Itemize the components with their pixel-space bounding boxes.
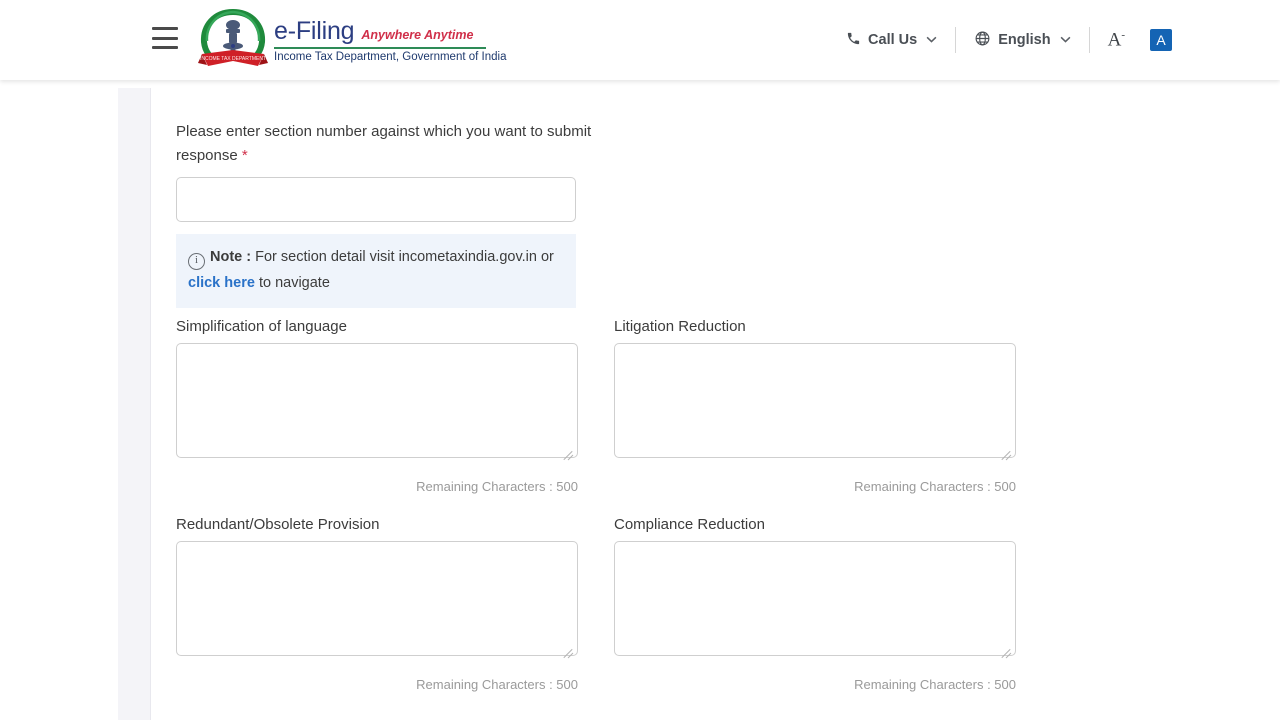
remaining-characters-label: Remaining Characters : 500	[854, 677, 1016, 692]
info-icon: i	[188, 253, 205, 270]
redundant-provision-textarea[interactable]	[176, 541, 578, 656]
accessibility-button[interactable]: A	[1150, 29, 1172, 51]
feedback-field-simplification: Simplification of language Remaining Cha…	[176, 318, 578, 494]
remaining-characters-label: Remaining Characters : 500	[416, 479, 578, 494]
textarea-wrapper	[614, 541, 1016, 661]
section-number-input[interactable]	[176, 177, 576, 222]
hamburger-bar	[152, 46, 178, 49]
brand-tagline: Anywhere Anytime	[361, 28, 474, 42]
field-label: Litigation Reduction	[614, 318, 746, 335]
remaining-characters-label: Remaining Characters : 500	[416, 677, 578, 692]
field-label: Redundant/Obsolete Provision	[176, 516, 380, 533]
header-actions: Call Us English A- A	[846, 26, 1172, 54]
section-number-label: Please enter section number against whic…	[176, 120, 596, 168]
hamburger-menu-icon[interactable]	[152, 27, 178, 49]
form-content-panel: Please enter section number against whic…	[151, 88, 1167, 720]
call-us-button[interactable]: Call Us	[846, 31, 937, 50]
litigation-textarea[interactable]	[614, 343, 1016, 458]
feedback-fields-grid: Simplification of language Remaining Cha…	[176, 318, 1141, 692]
chevron-down-icon	[1060, 34, 1071, 46]
brand-subtitle: Income Tax Department, Government of Ind…	[274, 51, 507, 63]
feedback-field-litigation: Litigation Reduction Remaining Character…	[614, 318, 1016, 494]
textarea-wrapper	[176, 541, 578, 661]
india-emblem-logo: INCOME TAX DEPARTMENT	[196, 6, 270, 74]
font-decrease-button[interactable]: A-	[1108, 29, 1128, 51]
phone-icon	[846, 31, 861, 50]
header-divider	[1088, 27, 1090, 53]
feedback-row: Redundant/Obsolete Provision Remaining C…	[176, 516, 1141, 692]
feedback-field-compliance: Compliance Reduction Remaining Character…	[614, 516, 1016, 692]
accessibility-label: A	[1156, 32, 1166, 48]
note-bold-label: Note :	[210, 249, 252, 265]
brand-title: e-Filing	[274, 17, 355, 45]
section-number-label-text: Please enter section number against whic…	[176, 123, 592, 164]
hamburger-bar	[152, 36, 178, 40]
simplification-textarea[interactable]	[176, 343, 578, 458]
font-decrease-sup: -	[1121, 28, 1125, 41]
brand-logo[interactable]: INCOME TAX DEPARTMENT e-Filing Anywhere …	[196, 5, 506, 75]
compliance-textarea[interactable]	[614, 541, 1016, 656]
remaining-characters-label: Remaining Characters : 500	[854, 479, 1016, 494]
header-divider	[955, 27, 957, 53]
note-text-after: to navigate	[254, 275, 330, 291]
left-rail	[118, 88, 151, 720]
font-decrease-label: A	[1107, 29, 1122, 51]
textarea-wrapper	[614, 343, 1016, 463]
note-click-here-link[interactable]: click here	[188, 275, 255, 291]
svg-text:INCOME TAX DEPARTMENT: INCOME TAX DEPARTMENT	[200, 56, 266, 62]
hamburger-bar	[152, 27, 178, 30]
call-us-label: Call Us	[868, 32, 918, 48]
section-number-group: Please enter section number against whic…	[176, 120, 596, 222]
language-selector[interactable]: English	[974, 30, 1071, 51]
required-marker: *	[241, 147, 248, 164]
note-banner: i Note : For section detail visit incomet…	[176, 234, 576, 308]
field-label: Compliance Reduction	[614, 516, 765, 533]
chevron-down-icon	[926, 34, 937, 46]
textarea-wrapper	[176, 343, 578, 463]
feedback-row: Simplification of language Remaining Cha…	[176, 318, 1141, 494]
feedback-field-redundant: Redundant/Obsolete Provision Remaining C…	[176, 516, 578, 692]
brand-divider	[274, 47, 486, 49]
site-header: INCOME TAX DEPARTMENT e-Filing Anywhere …	[0, 0, 1280, 80]
note-text-before: For section detail visit incometaxindia.…	[251, 249, 554, 265]
globe-icon	[974, 30, 991, 51]
language-label: English	[998, 32, 1051, 48]
field-label: Simplification of language	[176, 318, 347, 335]
